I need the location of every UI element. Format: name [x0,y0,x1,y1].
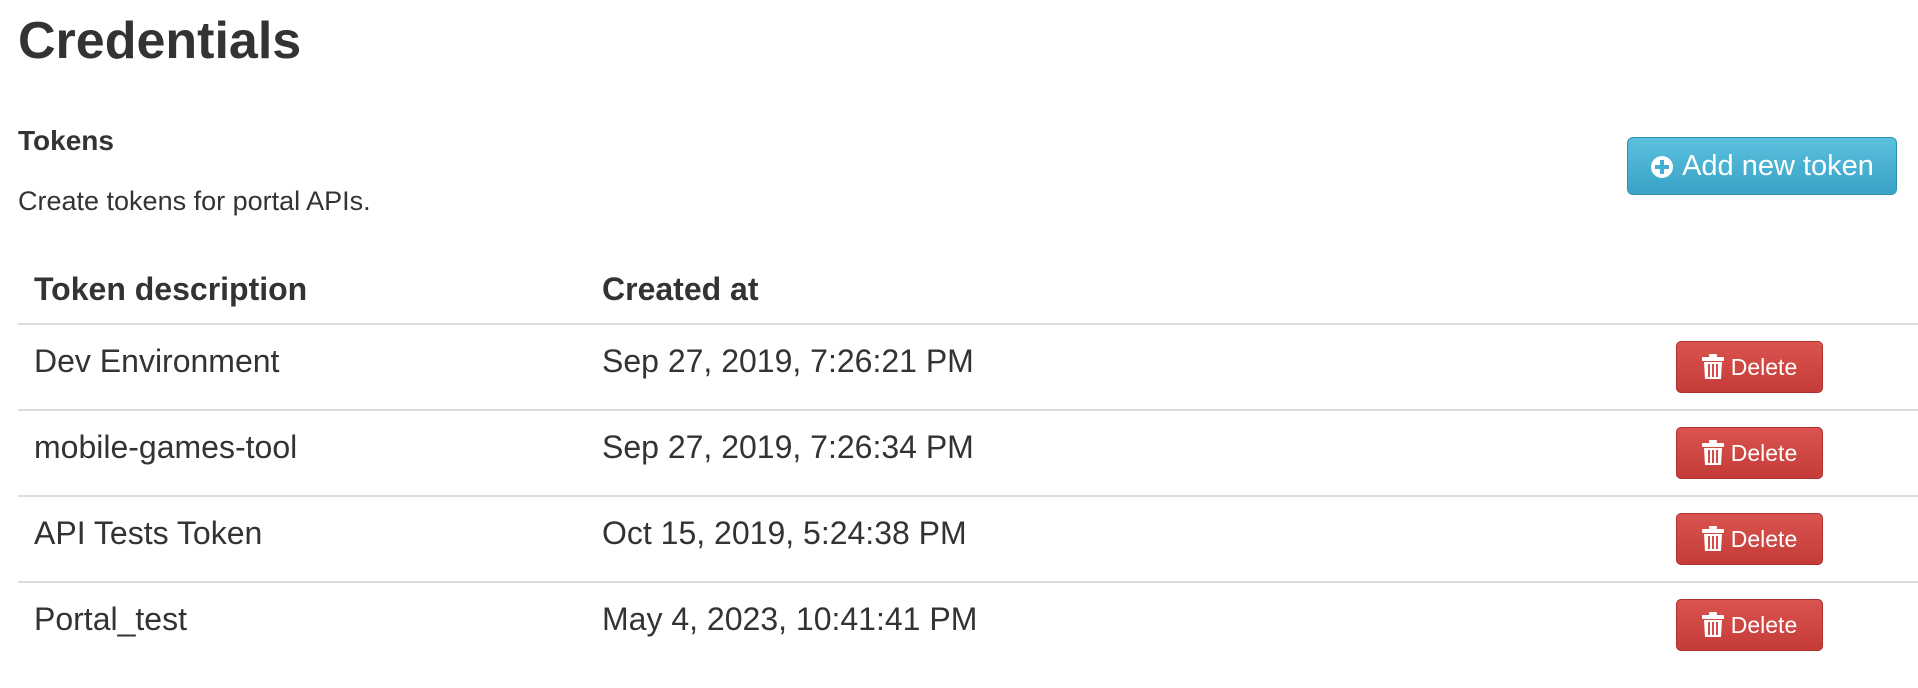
trash-icon [1701,526,1724,552]
delete-button[interactable]: Delete [1676,341,1823,393]
header-created-at: Created at [586,255,1652,325]
header-actions [1652,255,1918,325]
add-new-token-label: Add new token [1682,149,1874,182]
created-at-cell: May 4, 2023, 10:41:41 PM [602,600,978,637]
table-row: Dev Environment Sep 27, 2019, 7:26:21 PM [18,324,1918,411]
page-title: Credentials [18,12,302,70]
header-token-description: Token description [18,255,586,325]
delete-button[interactable]: Delete [1676,427,1823,479]
token-description-cell: Portal_test [34,600,187,637]
delete-button[interactable]: Delete [1676,513,1823,565]
delete-label: Delete [1730,525,1798,552]
actions-cell: Delete [1652,496,1918,583]
section-description: Create tokens for portal APIs. [18,186,371,216]
table-row: API Tests Token Oct 15, 2019, 5:24:38 PM [18,496,1918,583]
add-new-token-button[interactable]: Add new token [1627,137,1897,195]
delete-label: Delete [1730,439,1798,466]
delete-button[interactable]: Delete [1676,599,1823,651]
trash-icon [1701,440,1724,466]
section-title-tokens: Tokens [18,125,114,156]
delete-label: Delete [1730,611,1798,638]
created-at-cell: Sep 27, 2019, 7:26:34 PM [586,410,1652,497]
actions-cell: Delete [1652,410,1918,497]
token-description-cell: mobile-games-tool [18,410,586,497]
trash-icon [1701,612,1724,638]
token-description-cell: API Tests Token [18,496,586,583]
plus-circle-icon [1650,154,1674,178]
actions-cell: Delete [1652,324,1918,411]
trash-icon [1701,354,1724,380]
created-at-cell: Sep 27, 2019, 7:26:21 PM [586,324,1652,411]
table-row: mobile-games-tool Sep 27, 2019, 7:26:34 … [18,410,1918,497]
table-row: Portal_test May 4, 2023, 10:41:41 PM Del… [18,582,1918,667]
delete-label: Delete [1730,353,1798,380]
table-header-row: Token description Created at [18,255,1918,325]
token-description-cell: Dev Environment [18,324,586,411]
created-at-cell: Oct 15, 2019, 5:24:38 PM [586,496,1652,583]
actions-cell: Delete [1652,582,1918,667]
tokens-table: Token description Created at Dev Environ… [18,255,1918,667]
